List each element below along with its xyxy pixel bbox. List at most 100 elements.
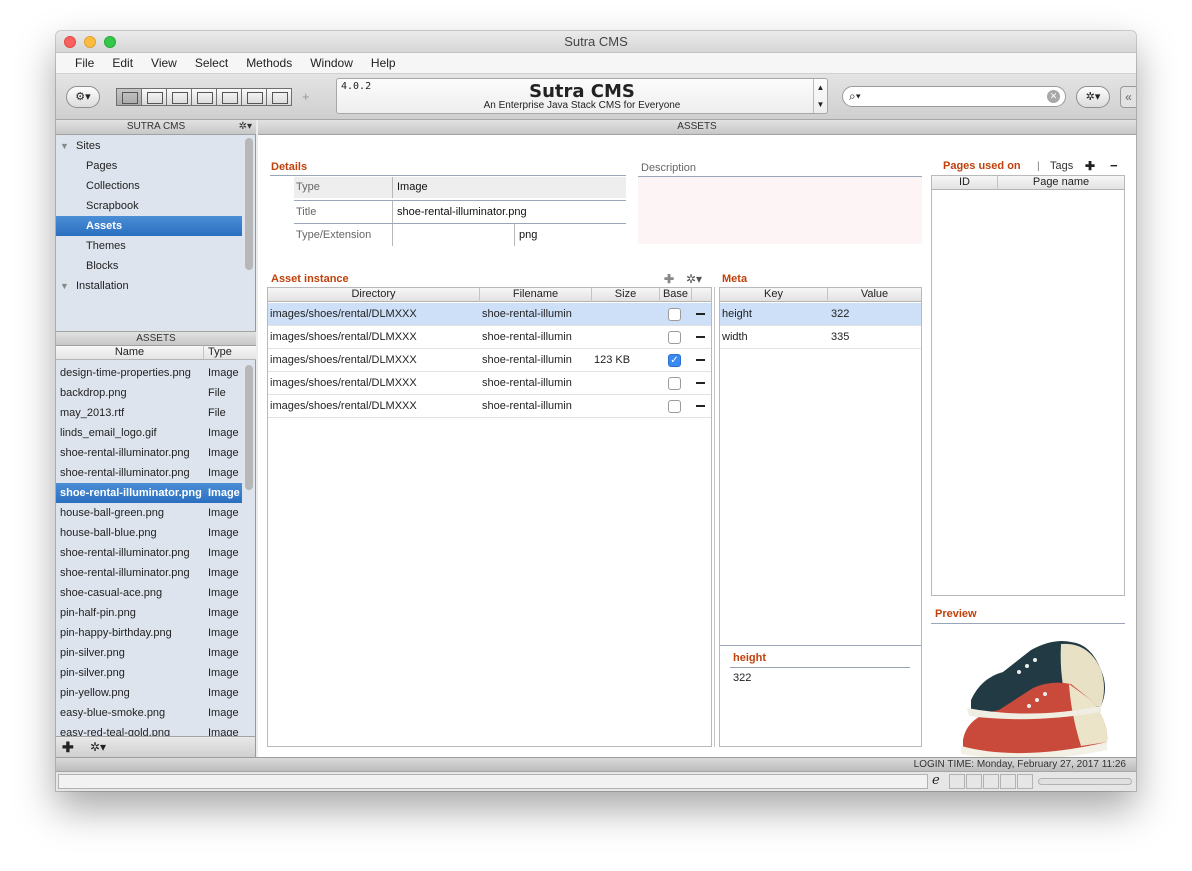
sidebar-item-collections[interactable]: Collections [56, 176, 242, 196]
disclosure-triangle-icon[interactable]: ▼ [60, 136, 69, 156]
actions-menu-button[interactable]: ✲▾ [1076, 86, 1110, 108]
base-checkbox[interactable] [668, 377, 681, 390]
table-row[interactable]: images/shoes/rental/DLMXXX shoe-rental-il… [268, 395, 711, 418]
tab-tags[interactable]: Tags [1050, 160, 1073, 172]
menu-select[interactable]: Select [186, 56, 237, 70]
layout-button-4[interactable] [191, 88, 217, 106]
remove-instance-icon[interactable] [696, 336, 705, 338]
remove-instance-icon[interactable] [696, 313, 705, 315]
remove-page-icon[interactable]: − [1110, 158, 1118, 173]
meta-row[interactable]: height 322 [720, 303, 921, 326]
add-layout-icon[interactable]: + [302, 89, 310, 104]
status-bar: LOGIN TIME: Monday, February 27, 2017 11… [56, 757, 1136, 771]
col-header-key[interactable]: Key [720, 288, 828, 302]
col-header-value[interactable]: Value [828, 288, 921, 302]
table-row[interactable]: images/shoes/rental/DLMXXX shoe-rental-il… [268, 349, 711, 372]
col-header-page-name[interactable]: Page name [998, 176, 1124, 190]
up-arrow-icon[interactable]: ▲ [814, 79, 827, 96]
sidebar-item-assets[interactable]: Assets [56, 216, 242, 236]
description-textarea[interactable] [638, 177, 922, 244]
asset-name: shoe-rental-illuminator.png [60, 467, 190, 479]
add-asset-icon[interactable]: ✚ [62, 739, 74, 756]
collapse-panel-button[interactable]: « [1120, 86, 1136, 108]
instance-actions-icon[interactable]: ✲▾ [686, 272, 702, 286]
list-item[interactable]: shoe-rental-illuminator.png Image [56, 563, 242, 583]
add-page-icon[interactable]: ✚ [1085, 159, 1095, 173]
list-item[interactable]: design-time-properties.png Image [56, 363, 242, 383]
base-checkbox[interactable] [668, 308, 681, 321]
list-item[interactable]: easy-blue-smoke.png Image [56, 703, 242, 723]
asset-type: Image [208, 567, 239, 579]
base-checkbox[interactable] [668, 400, 681, 413]
list-item[interactable]: linds_email_logo.gif Image [56, 423, 242, 443]
menu-file[interactable]: File [66, 56, 103, 70]
col-header-directory[interactable]: Directory [268, 288, 480, 302]
base-checkbox[interactable] [668, 331, 681, 344]
title-field[interactable]: shoe-rental-illuminator.png [397, 206, 527, 218]
editor-icon[interactable]: e [932, 773, 940, 788]
zoom-window-button[interactable] [104, 36, 116, 48]
sidebar-options-icon[interactable]: ✲▾ [239, 120, 252, 134]
add-instance-icon[interactable]: ✚ [664, 272, 674, 286]
search-input[interactable]: ⌕▾ ✕ [842, 86, 1066, 107]
tab-separator: | [1037, 161, 1040, 172]
col-header-type[interactable]: Type [208, 346, 232, 359]
list-item[interactable]: house-ball-green.png Image [56, 503, 242, 523]
tree-node-installation[interactable]: ▼ Installation [56, 276, 242, 296]
col-header-id[interactable]: ID [932, 176, 998, 190]
layout-button-7[interactable] [266, 88, 292, 106]
menu-help[interactable]: Help [362, 56, 405, 70]
menu-view[interactable]: View [142, 56, 186, 70]
menu-window[interactable]: Window [301, 56, 362, 70]
tree-scrollbar[interactable] [245, 138, 253, 270]
base-checkbox[interactable]: ✓ [668, 354, 681, 367]
sidebar-item-blocks[interactable]: Blocks [56, 256, 242, 276]
col-header-size[interactable]: Size [592, 288, 660, 302]
table-row[interactable]: images/shoes/rental/DLMXXX shoe-rental-il… [268, 326, 711, 349]
table-row[interactable]: images/shoes/rental/DLMXXX shoe-rental-il… [268, 303, 711, 326]
list-item[interactable]: house-ball-blue.png Image [56, 523, 242, 543]
layout-button-3[interactable] [166, 88, 192, 106]
tree-node-sites[interactable]: ▼ Sites [56, 136, 242, 156]
settings-menu-button[interactable]: ⚙▾ [66, 86, 100, 108]
sidebar-item-scrapbook[interactable]: Scrapbook [56, 196, 242, 216]
asset-actions-icon[interactable]: ✲▾ [90, 740, 106, 754]
list-item[interactable]: may_2013.rtf File [56, 403, 242, 423]
list-item[interactable]: pin-happy-birthday.png Image [56, 623, 242, 643]
layout-button-1[interactable] [116, 88, 142, 106]
list-item[interactable]: pin-silver.png Image [56, 643, 242, 663]
meta-detail-value-field[interactable]: 322 [733, 672, 751, 684]
extension-field[interactable]: png [519, 229, 537, 241]
col-header-base[interactable]: Base [660, 288, 692, 302]
sidebar-item-themes[interactable]: Themes [56, 236, 242, 256]
minimize-window-button[interactable] [84, 36, 96, 48]
list-item[interactable]: pin-yellow.png Image [56, 683, 242, 703]
remove-instance-icon[interactable] [696, 382, 705, 384]
sidebar-item-pages[interactable]: Pages [56, 156, 242, 176]
clear-search-icon[interactable]: ✕ [1047, 90, 1060, 103]
list-item[interactable]: shoe-rental-illuminator.png Image [56, 483, 242, 503]
col-header-filename[interactable]: Filename [480, 288, 592, 302]
disclosure-triangle-icon[interactable]: ▼ [60, 276, 69, 296]
layout-button-2[interactable] [141, 88, 167, 106]
list-item[interactable]: shoe-rental-illuminator.png Image [56, 443, 242, 463]
col-header-name[interactable]: Name [56, 346, 204, 359]
list-item[interactable]: pin-silver.png Image [56, 663, 242, 683]
menu-edit[interactable]: Edit [103, 56, 142, 70]
layout-button-6[interactable] [241, 88, 267, 106]
table-row[interactable]: images/shoes/rental/DLMXXX shoe-rental-il… [268, 372, 711, 395]
meta-row[interactable]: width 335 [720, 326, 921, 349]
list-item[interactable]: shoe-casual-ace.png Image [56, 583, 242, 603]
list-item[interactable]: shoe-rental-illuminator.png Image [56, 543, 242, 563]
list-item[interactable]: shoe-rental-illuminator.png Image [56, 463, 242, 483]
banner-stepper[interactable]: ▲ ▼ [813, 79, 827, 113]
close-window-button[interactable] [64, 36, 76, 48]
list-item[interactable]: backdrop.png File [56, 383, 242, 403]
list-item[interactable]: pin-half-pin.png Image [56, 603, 242, 623]
menu-methods[interactable]: Methods [237, 56, 301, 70]
remove-instance-icon[interactable] [696, 359, 705, 361]
remove-instance-icon[interactable] [696, 405, 705, 407]
layout-button-5[interactable] [216, 88, 242, 106]
assets-scrollbar[interactable] [245, 365, 253, 490]
down-arrow-icon[interactable]: ▼ [814, 96, 827, 113]
